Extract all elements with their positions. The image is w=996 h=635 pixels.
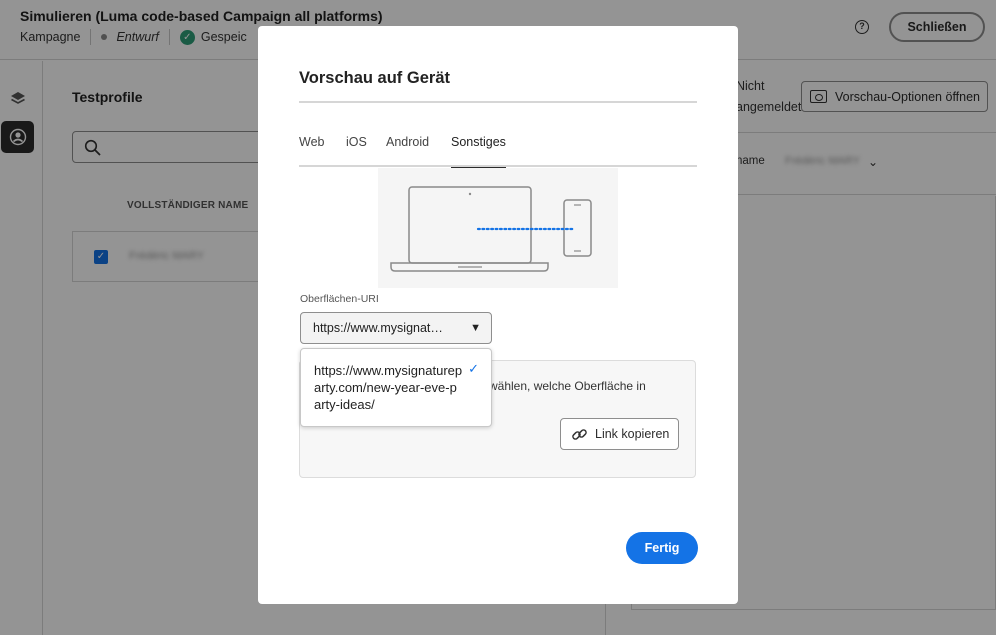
dropdown-option[interactable]: https://www.mysignatureparty.com/new-yea… bbox=[314, 362, 464, 413]
device-tabs: Web iOS Android Sonstiges bbox=[299, 132, 697, 169]
done-button[interactable]: Fertig bbox=[626, 532, 698, 564]
tab-other[interactable]: Sonstiges bbox=[451, 132, 506, 169]
checkmark-icon: ✓ bbox=[468, 361, 479, 376]
info-text: wählen, welche Oberfläche in bbox=[489, 379, 646, 393]
tab-ios[interactable]: iOS bbox=[346, 132, 367, 167]
surface-uri-label: Oberflächen-URI bbox=[300, 293, 379, 305]
dialog-title: Vorschau auf Gerät bbox=[299, 69, 450, 87]
surface-uri-value: https://www.mysignat… bbox=[313, 321, 443, 335]
copy-link-button[interactable]: Link kopieren bbox=[560, 418, 679, 450]
tab-web[interactable]: Web bbox=[299, 132, 324, 167]
surface-uri-dropdown: https://www.mysignatureparty.com/new-yea… bbox=[300, 348, 492, 427]
devices-illustration bbox=[378, 168, 618, 288]
chevron-down-icon: ▼ bbox=[470, 322, 481, 334]
tab-android[interactable]: Android bbox=[386, 132, 429, 167]
link-icon bbox=[572, 428, 587, 440]
device-preview-dialog: Vorschau auf Gerät Web iOS Android Sonst… bbox=[258, 26, 738, 604]
surface-uri-select[interactable]: https://www.mysignat… ▼ bbox=[300, 312, 492, 344]
